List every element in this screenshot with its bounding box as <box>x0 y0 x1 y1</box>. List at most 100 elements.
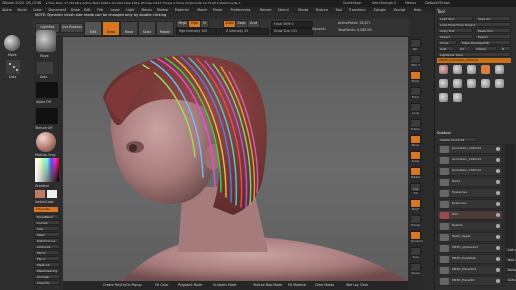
tool-thumb-2[interactable] <box>467 65 476 74</box>
left-btn-7[interactable]: Flip X <box>34 256 60 261</box>
eye-icon[interactable] <box>496 169 500 173</box>
subtool-row-7[interactable]: Eyelids <box>437 221 503 231</box>
subtool-row-3[interactable]: Head <box>437 177 503 187</box>
all-button[interactable]: All <box>457 46 471 51</box>
eye-icon[interactable] <box>496 257 500 261</box>
stroke-thumbnail[interactable] <box>6 60 20 74</box>
eye-icon[interactable] <box>496 158 500 162</box>
seethrough-slider[interactable]: See-through 0 <box>372 1 396 5</box>
list-all-button[interactable]: List All <box>505 247 516 252</box>
tool-header[interactable]: Tool <box>437 9 445 14</box>
color-picker[interactable] <box>35 158 59 182</box>
load-tool-button[interactable]: Load Tool <box>437 16 473 21</box>
lightbox-tools-button[interactable]: Lightbox▸ Tools <box>437 52 511 57</box>
menu-item-movie[interactable]: Movie <box>197 8 207 12</box>
subtool-row-11[interactable]: PM3D_Plane3D1 <box>437 265 503 275</box>
subtool-row-10[interactable]: PM3D_PolyMesh <box>437 254 503 264</box>
menu-item-stencil[interactable]: Stencil <box>278 8 289 12</box>
save-as-button[interactable]: Save As <box>475 16 511 21</box>
subtool-row-12[interactable]: PM3D_Plane3D <box>437 276 503 286</box>
dynamic-toggle[interactable]: Dynamic <box>312 27 326 31</box>
eye-icon[interactable] <box>496 268 500 272</box>
eye-icon[interactable] <box>496 147 500 151</box>
subtool-row-2[interactable]: Animation_2020.02 <box>437 166 503 176</box>
eye-icon[interactable] <box>496 246 500 250</box>
alternate-button[interactable]: Alternate <box>34 207 58 212</box>
focal-shift-slider[interactable]: Focal Shift 0 <box>271 21 313 28</box>
menu-item-light[interactable]: Light <box>126 8 134 12</box>
eye-icon[interactable] <box>496 202 500 206</box>
visible-count-slider[interactable]: Visible Count 44 <box>437 137 477 142</box>
brush-thumbnail[interactable] <box>4 35 20 51</box>
eye-icon[interactable] <box>496 213 500 217</box>
shelf-btn-5[interactable]: Frame <box>410 119 421 131</box>
tool-thumb-3[interactable] <box>481 65 490 74</box>
eye-icon[interactable] <box>496 191 500 195</box>
shelf-btn-9[interactable]: Line Fill <box>410 183 421 195</box>
rgb-intensity-slider[interactable]: Rgb Intensity 100 <box>176 28 222 35</box>
left-btn-6[interactable]: Mirror <box>34 250 60 255</box>
tool-thumb-7[interactable] <box>467 79 476 88</box>
tool-thumb-1[interactable] <box>453 65 462 74</box>
menu-item-alpha[interactable]: Alpha <box>2 8 12 12</box>
goz-button[interactable]: GoZ <box>437 46 455 51</box>
paste-tool-button[interactable]: Paste Tool <box>475 28 511 33</box>
left-btn-9[interactable]: MaskClearing <box>34 268 60 273</box>
autoreorder-button[interactable]: AutoReorder <box>505 277 516 282</box>
tool-thumb-10[interactable] <box>439 93 448 102</box>
left-btn-2[interactable]: Sdiv <box>34 226 60 231</box>
bottom-btn-2[interactable]: Polypaint Mode <box>178 283 202 287</box>
current-tool-bar[interactable]: PM3D_Animation_2020.02 <box>437 58 511 63</box>
new-folder-button[interactable]: New Folder <box>505 257 516 262</box>
live-boolean-button[interactable]: Live Boolean <box>60 23 84 33</box>
eye-icon[interactable] <box>496 180 500 184</box>
edit-button[interactable]: Edit <box>84 21 102 36</box>
eye-icon[interactable] <box>496 235 500 239</box>
clone-button[interactable]: Clone <box>437 40 457 45</box>
shelf-btn-1[interactable]: SPix 3 <box>410 55 421 67</box>
menu-item-stroke[interactable]: Stroke <box>298 8 309 12</box>
secondary-color-swatch[interactable] <box>47 190 57 198</box>
shelf-btn-10[interactable]: PolyF <box>410 199 421 211</box>
menu-item-zscript[interactable]: Zscript <box>394 8 406 12</box>
tool-thumb-0[interactable] <box>439 65 448 74</box>
subtool-scrollbar[interactable] <box>505 144 515 274</box>
subtool-header[interactable]: Subtool <box>437 131 451 135</box>
menu-item-tool[interactable]: Tool <box>336 8 343 12</box>
rename-button[interactable]: Rename <box>505 267 516 272</box>
brush-preview[interactable] <box>36 30 56 52</box>
move-button[interactable]: Move <box>120 21 138 36</box>
eye-icon[interactable] <box>496 279 500 283</box>
menu-item-layer[interactable]: Layer <box>111 8 120 12</box>
subtool-row-0[interactable]: Animation_2020.02 <box>437 144 503 154</box>
bottom-btn-0[interactable]: Create PolyForOn Popup <box>103 283 141 287</box>
copy-tool-button[interactable]: Copy Tool <box>437 28 473 33</box>
subtool-row-4[interactable]: Eyelashes <box>437 188 503 198</box>
subtool-row-6[interactable]: Hair <box>437 210 503 220</box>
menu-item-picker[interactable]: Picker <box>213 8 223 12</box>
zcut-button[interactable]: Zcut <box>247 20 260 28</box>
tool-thumb-6[interactable] <box>453 79 462 88</box>
quicksave-button[interactable]: QuickSave <box>343 1 361 5</box>
menu-item-texture[interactable]: Texture <box>316 8 328 12</box>
bottom-btn-1[interactable]: Fill Color <box>155 283 169 287</box>
tool-thumb-4[interactable] <box>495 65 504 74</box>
menu-item-marker[interactable]: Marker <box>157 8 169 12</box>
visible-button[interactable]: Visible <box>473 46 497 51</box>
bottom-btn-4[interactable]: Texture Map Mode <box>253 283 282 287</box>
make-polymesh3d-button[interactable]: Make PolyMesh3D <box>459 40 511 45</box>
shelf-btn-14[interactable]: Xpose <box>410 263 421 275</box>
bottom-btn-5[interactable]: Fill Material <box>288 283 306 287</box>
shelf-btn-12[interactable]: Dynamic <box>410 231 423 243</box>
eye-icon[interactable] <box>496 224 500 228</box>
shelf-btn-0[interactable]: Bpr <box>410 39 421 51</box>
menu-item-preferences[interactable]: Preferences <box>231 8 251 12</box>
left-btn-4[interactable]: DefrmCurve <box>34 238 60 243</box>
load-tools-from-project-button[interactable]: Load Tools From Project <box>437 22 511 27</box>
subtool-row-8[interactable]: Teeth_Upper <box>437 232 503 242</box>
left-btn-3[interactable]: Mask <box>34 232 60 237</box>
menu-item-zplugin[interactable]: Zplugin <box>374 8 387 12</box>
shelf-btn-3[interactable]: Floor <box>410 87 421 99</box>
menu-item-draw[interactable]: Draw <box>71 8 80 12</box>
import-button[interactable]: Import <box>437 34 473 39</box>
